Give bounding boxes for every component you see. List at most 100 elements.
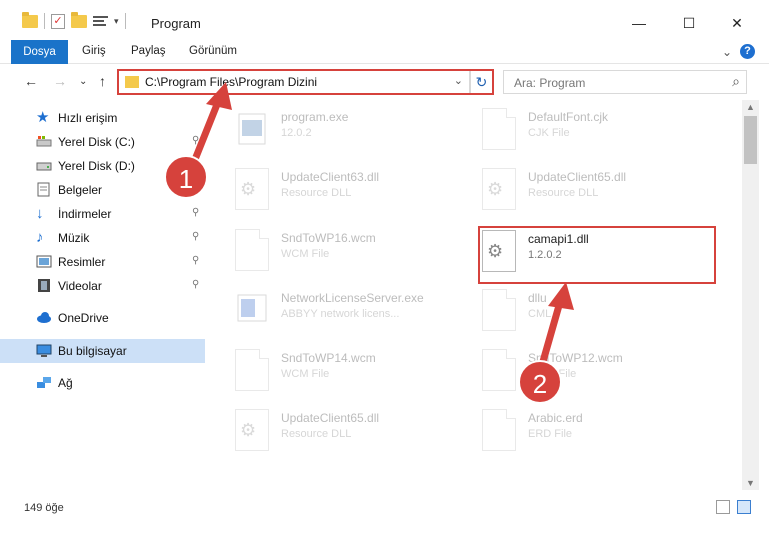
scroll-down-icon[interactable]: ▼ — [746, 478, 755, 488]
properties-check-icon[interactable]: ✓ — [51, 13, 65, 29]
file-item[interactable]: ⚙ UpdateClient63.dll Resource DLL — [235, 166, 465, 222]
file-item[interactable]: SndToWP14.wcm WCM File — [235, 347, 465, 403]
file-item[interactable]: SndToWP12.wcm WCM File — [482, 347, 712, 403]
sidebar-item-label: Belgeler — [58, 183, 103, 197]
drive-icon — [36, 134, 52, 149]
document-icon — [482, 349, 516, 391]
file-name: UpdateClient65.dll — [528, 170, 627, 184]
item-count: 149 öğe — [24, 502, 64, 514]
file-item[interactable]: DefaultFont.cjk CJK File — [482, 106, 712, 162]
step-badge-2: 2 — [518, 360, 562, 404]
ribbon-controls: ⌄ ? — [722, 44, 755, 59]
file-item[interactable]: ⚙ UpdateClient65.dll Resource DLL — [235, 407, 465, 463]
document-icon — [235, 229, 269, 271]
sidebar-item-label: Ağ — [58, 376, 73, 390]
ribbon-tabs: Dosya Giriş Paylaş Görünüm ⌄ ? — [0, 40, 769, 64]
document-icon — [482, 289, 516, 331]
file-item[interactable]: program.exe 12.0.2 — [235, 106, 465, 162]
file-name: SndToWP16.wcm — [281, 231, 376, 245]
scroll-thumb[interactable] — [744, 116, 757, 164]
sidebar-item-label: Videolar — [58, 279, 102, 293]
up-button[interactable]: ↑ — [99, 73, 106, 89]
ribbon-expand-icon[interactable]: ⌄ — [722, 45, 732, 59]
file-detail: CML — [528, 308, 552, 320]
title-bar: ✓ ▾ Program — ☐ ✕ — [0, 0, 769, 40]
music-icon: ♪ — [36, 229, 44, 246]
help-icon[interactable]: ? — [740, 44, 755, 59]
sidebar-item-this-pc[interactable]: Bu bilgisayar — [0, 339, 205, 363]
file-name: UpdateClient65.dll — [281, 411, 380, 425]
file-name: NetworkLicenseServer.exe — [281, 291, 424, 305]
sidebar-item-label: Yerel Disk (C:) — [58, 135, 135, 149]
file-name: SndToWP14.wcm — [281, 351, 376, 365]
separator — [44, 13, 45, 29]
minimize-button[interactable]: — — [619, 8, 659, 38]
sidebar-item-videos[interactable]: Videolar ⚲ — [0, 274, 205, 298]
exe-icon — [235, 289, 269, 331]
file-item[interactable]: ⚙ UpdateClient65.dll Resource DLL — [482, 166, 712, 222]
back-button[interactable]: ← — [24, 73, 38, 89]
qat-dropdown-icon[interactable]: ▾ — [114, 16, 119, 27]
dll-icon: ⚙ — [235, 409, 269, 451]
documents-icon — [36, 182, 52, 197]
status-bar: 149 öğe — [0, 490, 769, 533]
file-detail: Resource DLL — [281, 187, 352, 199]
file-item[interactable]: NetworkLicenseServer.exe ABBYY network l… — [235, 287, 465, 343]
search-input[interactable]: Ara: Program ⌕ — [503, 70, 747, 94]
tab-home[interactable]: Giriş — [82, 45, 106, 57]
pin-icon[interactable]: ⚲ — [192, 135, 199, 146]
customize-icon[interactable] — [93, 15, 108, 28]
window-title: Program — [151, 16, 201, 31]
sidebar-item-downloads[interactable]: ↓ İndirmeler ⚲ — [0, 202, 205, 226]
file-item[interactable]: Arabic.erd ERD File — [482, 407, 712, 463]
pin-icon[interactable]: ⚲ — [192, 207, 199, 218]
tab-share[interactable]: Paylaş — [131, 45, 166, 57]
network-icon — [36, 375, 52, 390]
sidebar-item-label: İndirmeler — [58, 207, 112, 221]
recent-locations-button[interactable]: ⌄ — [79, 76, 87, 87]
dll-icon: ⚙ — [235, 168, 269, 210]
cloud-icon — [36, 310, 52, 325]
folder-icon[interactable] — [22, 11, 38, 28]
large-icons-view-icon[interactable] — [737, 500, 751, 514]
file-item[interactable]: SndToWP16.wcm WCM File — [235, 227, 465, 283]
sidebar-item-label: Bu bilgisayar — [58, 344, 127, 358]
video-icon — [36, 278, 52, 293]
file-name: program.exe — [281, 110, 349, 124]
sidebar-item-music[interactable]: ♪ Müzik ⚲ — [0, 226, 205, 250]
file-detail: 12.0.2 — [281, 127, 312, 139]
sidebar-item-network[interactable]: Ağ — [0, 371, 205, 395]
scroll-up-icon[interactable]: ▲ — [746, 102, 755, 112]
document-icon — [482, 108, 516, 150]
sidebar-item-disk-c[interactable]: Yerel Disk (C:) ⚲ — [0, 130, 205, 154]
download-icon: ↓ — [36, 205, 44, 222]
document-icon — [235, 349, 269, 391]
sidebar-item-label: OneDrive — [58, 311, 109, 325]
tab-view[interactable]: Görünüm — [189, 45, 237, 57]
vertical-scrollbar[interactable]: ▲ ▼ — [742, 100, 759, 490]
sidebar-item-label: Müzik — [58, 231, 90, 245]
file-detail: WCM File — [281, 368, 330, 380]
sidebar-item-pictures[interactable]: Resimler ⚲ — [0, 250, 205, 274]
tab-file[interactable]: Dosya — [11, 40, 68, 64]
file-highlight-box — [478, 226, 716, 284]
star-icon: ★ — [36, 109, 50, 126]
pin-icon[interactable]: ⚲ — [192, 255, 199, 266]
file-detail: CJK File — [528, 127, 570, 139]
file-item[interactable]: dllu CML — [482, 287, 712, 343]
new-folder-icon[interactable] — [71, 11, 87, 28]
sidebar-item-onedrive[interactable]: OneDrive — [0, 306, 205, 330]
forward-button[interactable]: → — [53, 73, 67, 89]
separator — [124, 13, 126, 29]
maximize-button[interactable]: ☐ — [669, 8, 709, 38]
computer-icon — [36, 343, 52, 358]
pin-icon[interactable]: ⚲ — [192, 231, 199, 242]
sidebar-item-quick-access[interactable]: ★ Hızlı erişim — [0, 106, 205, 130]
address-highlight-box — [117, 69, 494, 95]
search-icon[interactable]: ⌕ — [732, 73, 740, 90]
file-detail: ABBYY network licens... — [281, 308, 400, 320]
pin-icon[interactable]: ⚲ — [192, 279, 199, 290]
details-view-icon[interactable] — [716, 500, 730, 514]
step-badge-1: 1 — [164, 155, 208, 199]
close-button[interactable]: ✕ — [717, 8, 757, 38]
